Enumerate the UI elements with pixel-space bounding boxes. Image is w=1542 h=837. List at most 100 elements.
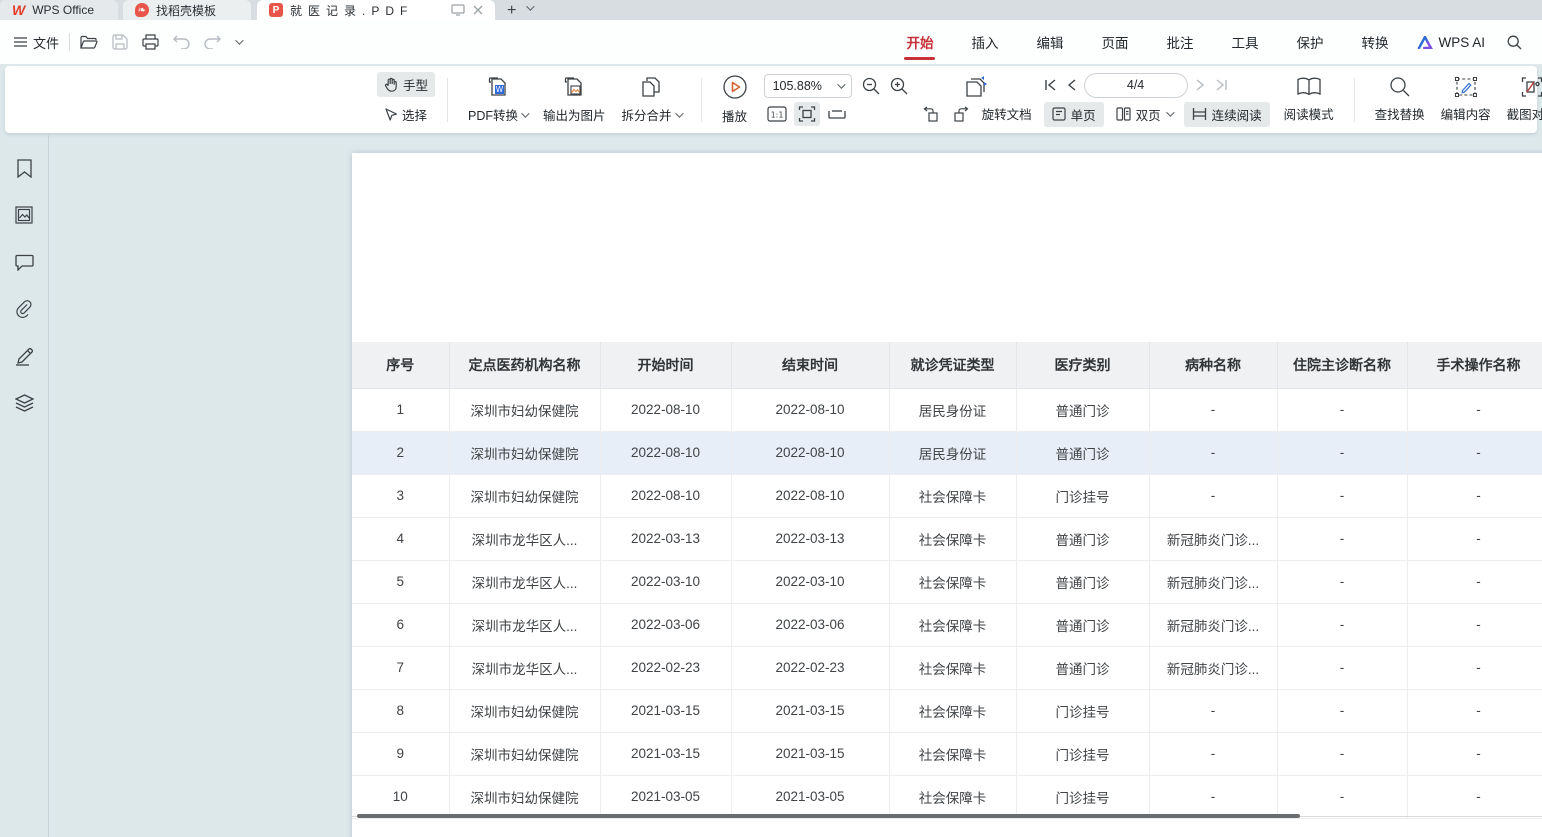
file-menu-button[interactable]: 文件: [14, 33, 59, 52]
prev-page-icon[interactable]: [1067, 79, 1076, 91]
find-replace-button[interactable]: 查找替换: [1367, 72, 1433, 127]
play-button[interactable]: 播放: [714, 70, 756, 129]
table-cell: 2022-08-10: [731, 431, 889, 474]
pdf-convert-icon: W: [486, 75, 510, 99]
save-icon[interactable]: [112, 34, 128, 50]
ribbon-tab-4[interactable]: 批注: [1156, 26, 1203, 58]
actual-size-button[interactable]: 1:1: [764, 102, 790, 126]
wps-ai-logo-icon: [1417, 36, 1433, 49]
table-cell: 新冠肺炎门诊...: [1149, 646, 1277, 689]
search-icon[interactable]: [1507, 35, 1522, 50]
continuous-read-button[interactable]: 连续阅读: [1184, 102, 1270, 127]
read-mode-button[interactable]: 阅读模式: [1276, 72, 1342, 127]
table-cell: -: [1407, 646, 1542, 689]
layers-panel-icon[interactable]: [11, 390, 37, 416]
export-as-image-button[interactable]: 输出为图片: [535, 71, 614, 128]
tab-wps-home[interactable]: W WPS Office: [0, 0, 118, 20]
redo-icon[interactable]: [204, 35, 221, 49]
quick-access-chevron-icon[interactable]: [235, 39, 241, 45]
table-cell: 普通门诊: [1016, 603, 1149, 646]
table-cell: 2022-03-06: [600, 603, 731, 646]
undo-icon[interactable]: [173, 35, 190, 49]
page-number-input[interactable]: 4/4: [1084, 73, 1188, 98]
signature-panel-icon[interactable]: [11, 343, 37, 369]
ribbon-tab-3[interactable]: 页面: [1091, 26, 1138, 58]
table-cell: 深圳市妇幼保健院: [449, 474, 600, 517]
table-cell: -: [1277, 689, 1407, 732]
table-cell: -: [1407, 474, 1542, 517]
table-cell: -: [1407, 689, 1542, 732]
fit-width-button[interactable]: [824, 102, 850, 126]
zoom-level-select[interactable]: 105.88%: [764, 74, 852, 98]
single-page-button[interactable]: 单页: [1044, 102, 1104, 127]
table-cell: 普通门诊: [1016, 388, 1149, 431]
table-row: 2深圳市妇幼保健院2022-08-102022-08-10居民身份证普通门诊--…: [352, 431, 1542, 474]
table-cell: 门诊挂号: [1016, 689, 1149, 732]
svg-text:1:1: 1:1: [770, 110, 783, 119]
hand-tool-button[interactable]: 手型: [377, 72, 435, 97]
pdf-convert-button[interactable]: W PDF转换: [460, 71, 535, 128]
open-folder-icon[interactable]: [80, 35, 98, 50]
table-horizontal-scrollbar[interactable]: [357, 814, 1300, 818]
bookmark-panel-icon[interactable]: [11, 155, 37, 181]
table-cell: 2022-08-10: [600, 388, 731, 431]
ribbon-tab-5[interactable]: 工具: [1221, 26, 1268, 58]
table-cell: -: [1277, 732, 1407, 775]
thumbnails-panel-icon[interactable]: [11, 202, 37, 228]
close-tab-icon[interactable]: [473, 5, 483, 15]
monitor-icon[interactable]: [451, 4, 465, 16]
fit-page-button[interactable]: [794, 102, 820, 126]
table-row: 3深圳市妇幼保健院2022-08-102022-08-10社会保障卡门诊挂号--…: [352, 474, 1542, 517]
open-book-icon: [1296, 76, 1322, 98]
tab-list-chevron-icon[interactable]: [526, 0, 532, 16]
table-cell: -: [1149, 431, 1277, 474]
rotate-right-icon[interactable]: [950, 105, 970, 122]
new-tab-button[interactable]: +: [507, 2, 516, 20]
attachment-panel-icon[interactable]: [11, 296, 37, 322]
table-cell: 6: [352, 603, 449, 646]
table-row: 10深圳市妇幼保健院2021-03-052021-03-05社会保障卡门诊挂号-…: [352, 775, 1542, 818]
next-page-icon[interactable]: [1196, 79, 1205, 91]
pdf-page: 序号定点医药机构名称开始时间结束时间就诊凭证类型医疗类别病种名称住院主诊断名称手…: [352, 153, 1542, 837]
table-cell: -: [1149, 689, 1277, 732]
last-page-icon[interactable]: [1215, 79, 1228, 91]
table-cell: 5: [352, 560, 449, 603]
zoom-in-icon[interactable]: [890, 77, 908, 95]
double-page-icon: [1116, 107, 1131, 121]
table-cell: -: [1277, 431, 1407, 474]
pdf-canvas[interactable]: 序号定点医药机构名称开始时间结束时间就诊凭证类型医疗类别病种名称住院主诊断名称手…: [50, 133, 1542, 837]
table-header-cell: 就诊凭证类型: [889, 342, 1016, 388]
ribbon-tab-7[interactable]: 转换: [1351, 26, 1398, 58]
document-area: 序号定点医药机构名称开始时间结束时间就诊凭证类型医疗类别病种名称住院主诊断名称手…: [0, 133, 1542, 837]
wps-logo-icon: W: [12, 2, 25, 18]
table-cell: -: [1277, 603, 1407, 646]
print-icon[interactable]: [142, 34, 159, 50]
first-page-icon[interactable]: [1044, 79, 1057, 91]
split-merge-button[interactable]: 拆分合并: [614, 71, 689, 128]
double-page-button[interactable]: 双页: [1108, 102, 1180, 127]
table-cell: 深圳市妇幼保健院: [449, 775, 600, 818]
reorder-pages-icon[interactable]: [964, 76, 990, 100]
ribbon-tab-1[interactable]: 插入: [961, 26, 1008, 58]
table-cell: 2022-03-10: [600, 560, 731, 603]
rotate-left-icon[interactable]: [922, 105, 942, 122]
menu-bar: 文件 开始插入编辑页面批注工具保护转换: [0, 20, 1542, 64]
table-cell: -: [1407, 517, 1542, 560]
edit-content-button[interactable]: 编辑内容: [1433, 72, 1499, 127]
cursor-icon: [384, 108, 397, 122]
tab-docer-templates[interactable]: ❧ 找稻壳模板: [123, 0, 251, 20]
document-title: 就医记录.PDF: [290, 2, 444, 19]
zoom-out-icon[interactable]: [862, 77, 880, 95]
table-row: 8深圳市妇幼保健院2021-03-152021-03-15社会保障卡门诊挂号--…: [352, 689, 1542, 732]
tab-wps-ai[interactable]: WPS AI: [1417, 35, 1485, 50]
rotate-doc-label[interactable]: 旋转文档: [982, 104, 1032, 123]
screenshot-compare-button[interactable]: 截图对比: [1499, 72, 1542, 127]
wps-office-window: W WPS Office ❧ 找稻壳模板 P 就医记录.PDF +: [0, 0, 1542, 837]
tab-document-active[interactable]: P 就医记录.PDF: [257, 0, 495, 20]
table-cell: -: [1277, 388, 1407, 431]
select-tool-button[interactable]: 选择: [377, 102, 435, 127]
ribbon-tab-6[interactable]: 保护: [1286, 26, 1333, 58]
ribbon-tab-0[interactable]: 开始: [896, 26, 943, 58]
ribbon-tab-2[interactable]: 编辑: [1026, 26, 1073, 58]
comment-panel-icon[interactable]: [11, 249, 37, 275]
